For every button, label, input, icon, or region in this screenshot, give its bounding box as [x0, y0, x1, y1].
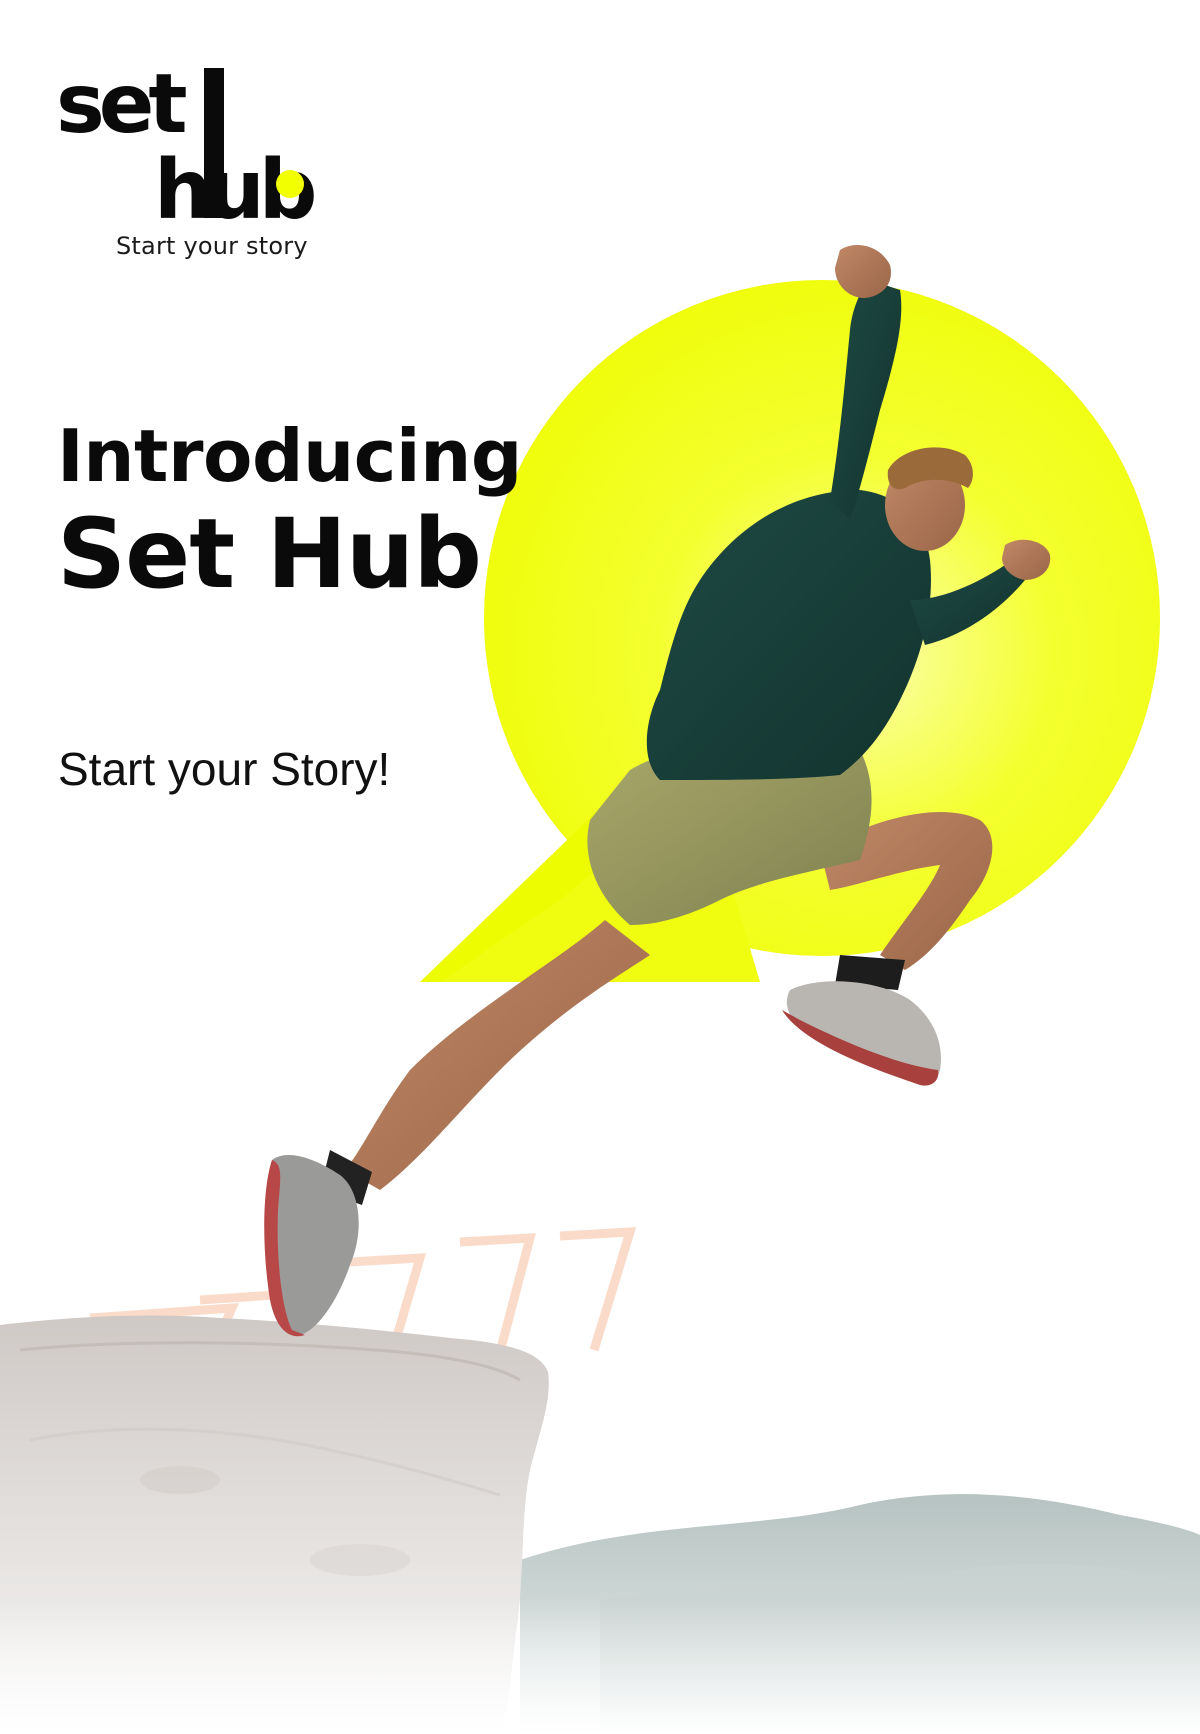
rear-shoe: [264, 1155, 359, 1337]
hero-title-line-brand: Set Hub: [57, 498, 482, 610]
bottom-fade: [0, 1600, 1200, 1734]
logo-tagline: Start your story: [116, 232, 308, 260]
poster: set hub Start your story Introducing Set…: [0, 0, 1200, 1734]
front-shoe: [782, 981, 941, 1086]
sethub-logo-mark: set hub: [56, 60, 321, 230]
brand-logo[interactable]: set hub Start your story: [56, 60, 346, 270]
hero-title: Introducing Set Hub: [57, 420, 522, 602]
logo-dot-icon: [276, 170, 304, 198]
hero-title-line-introducing: Introducing: [57, 414, 522, 498]
hero-subtitle: Start your Story!: [58, 743, 391, 795]
svg-text:set: set: [56, 60, 186, 152]
